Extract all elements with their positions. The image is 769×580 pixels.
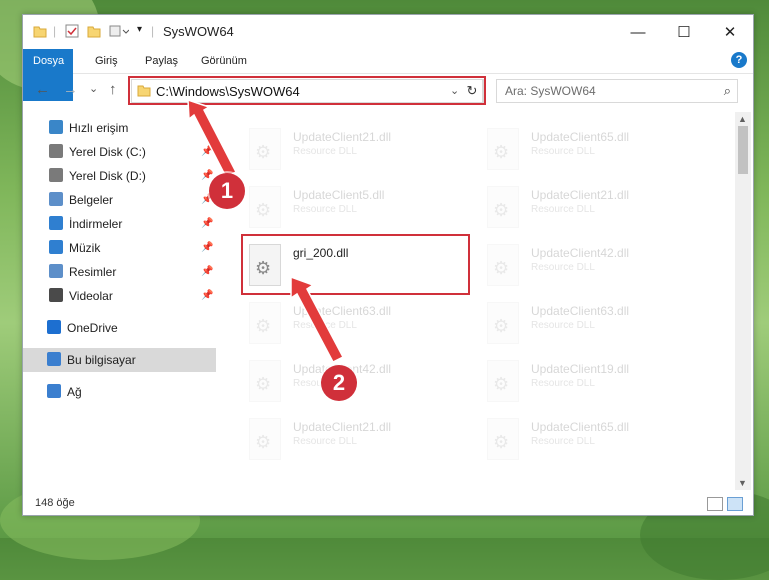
arrow-2-icon bbox=[290, 275, 345, 363]
annotation-arrows bbox=[187, 98, 345, 363]
step-badge-1: 1 bbox=[209, 173, 245, 209]
step-badge-2: 2 bbox=[321, 365, 357, 401]
arrow-1-icon bbox=[187, 98, 238, 179]
explorer-window: | ▾ | SysWOW64 — ☐ ✕ Dosya Giriş Paylaş … bbox=[22, 14, 754, 516]
